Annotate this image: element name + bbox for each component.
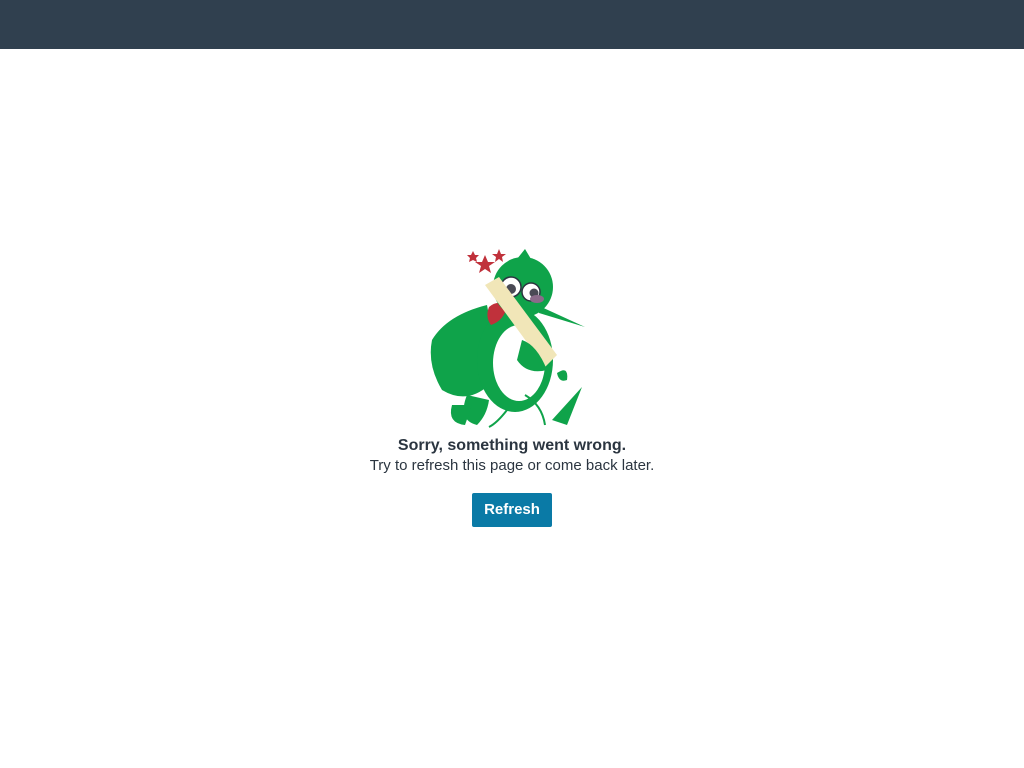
error-title: Sorry, something went wrong.: [397, 437, 627, 454]
dazed-hummingbird-icon: [430, 249, 585, 428]
refresh-button[interactable]: Refresh: [472, 493, 552, 527]
top-navigation-bar: [0, 0, 1024, 49]
error-message: Try to refresh this page or come back la…: [369, 457, 655, 474]
error-panel: Sorry, something went wrong. Try to refr…: [0, 245, 1024, 527]
